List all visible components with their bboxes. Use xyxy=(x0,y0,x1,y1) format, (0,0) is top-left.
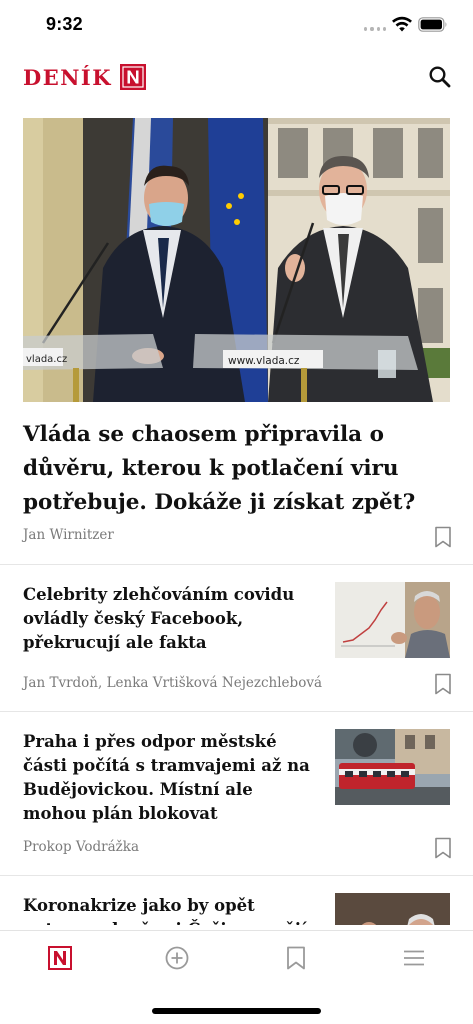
tab-add-plus-circle-icon[interactable] xyxy=(164,945,190,971)
status-bar: 9:32 xyxy=(0,0,473,50)
divider xyxy=(0,564,473,565)
logo-n-icon xyxy=(120,64,146,90)
article-thumbnail[interactable] xyxy=(335,729,450,805)
home-indicator[interactable] xyxy=(152,1008,321,1014)
divider xyxy=(0,711,473,712)
bookmark-icon[interactable] xyxy=(434,526,452,548)
hero-author: Jan Wirnitzer xyxy=(23,527,114,543)
bookmark-icon[interactable] xyxy=(434,673,452,695)
tab-home-denik-n-icon[interactable] xyxy=(47,945,73,971)
hero-image[interactable]: vlada.cz www.vlada.cz xyxy=(23,118,450,402)
tab-menu-hamburger-icon[interactable] xyxy=(401,945,427,971)
battery-icon xyxy=(418,17,447,32)
article-title[interactable]: Celebrity zlehčováním covidu ovládly čes… xyxy=(23,583,313,655)
divider xyxy=(0,875,473,876)
logo-text: DENÍK xyxy=(23,64,112,90)
tab-saved-bookmark-icon[interactable] xyxy=(283,945,309,971)
article-thumbnail[interactable] xyxy=(335,582,450,658)
app-header: DENÍK xyxy=(0,55,473,99)
article-author: Jan Tvrdoň, Lenka Vrtišková Nejezchlebov… xyxy=(23,675,322,691)
bookmark-icon[interactable] xyxy=(434,837,452,859)
hero-title[interactable]: Vláda se chaosem připravila o důvěru, kt… xyxy=(23,418,453,520)
wifi-icon xyxy=(392,16,412,32)
hero-caption-right: www.vlada.cz xyxy=(228,355,300,367)
search-icon[interactable] xyxy=(427,64,453,90)
hero-caption-left: vlada.cz xyxy=(26,354,67,365)
denik-n-logo[interactable]: DENÍK xyxy=(23,62,146,92)
article-title[interactable]: Praha i přes odpor městské části počítá … xyxy=(23,730,313,826)
article-author: Prokop Vodrážka xyxy=(23,839,140,855)
status-time: 9:32 xyxy=(46,14,83,34)
signal-icon xyxy=(364,27,386,33)
